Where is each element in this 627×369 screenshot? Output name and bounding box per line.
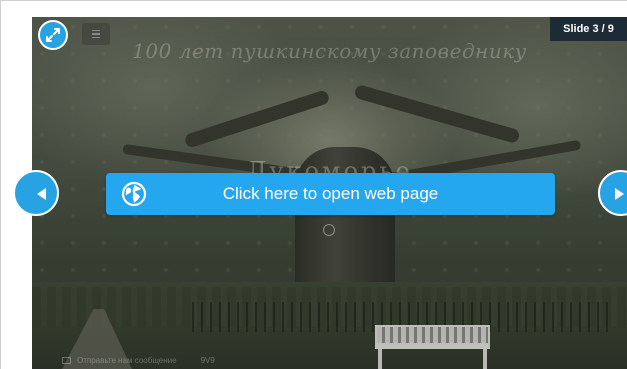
message-bar[interactable]: Отправьте нам сообщение 9V9	[62, 352, 242, 368]
frame-border-left	[0, 0, 1, 369]
slide-heading: 100 лет пушкинскому заповеднику	[132, 39, 527, 63]
prev-slide-button[interactable]	[13, 170, 59, 216]
open-web-page-button[interactable]: Click here to open web page	[106, 173, 555, 215]
chevron-left-icon	[37, 188, 46, 200]
fullscreen-button[interactable]	[38, 20, 68, 50]
menu-icon	[92, 30, 100, 38]
menu-button[interactable]	[82, 23, 110, 45]
frame-border-top	[0, 0, 627, 1]
expand-arrows-icon	[46, 28, 60, 42]
message-count: 9V9	[200, 355, 215, 365]
viewer-frame: 100 лет пушкинскому заповеднику Лукоморь…	[0, 0, 627, 369]
slide-counter: Slide 3 / 9	[550, 17, 627, 41]
envelope-icon	[62, 356, 71, 364]
chevron-right-icon	[615, 188, 624, 200]
ring-icon	[323, 224, 335, 236]
open-web-page-label: Click here to open web page	[222, 184, 439, 203]
message-bar-text: Отправьте нам сообщение	[77, 355, 177, 365]
